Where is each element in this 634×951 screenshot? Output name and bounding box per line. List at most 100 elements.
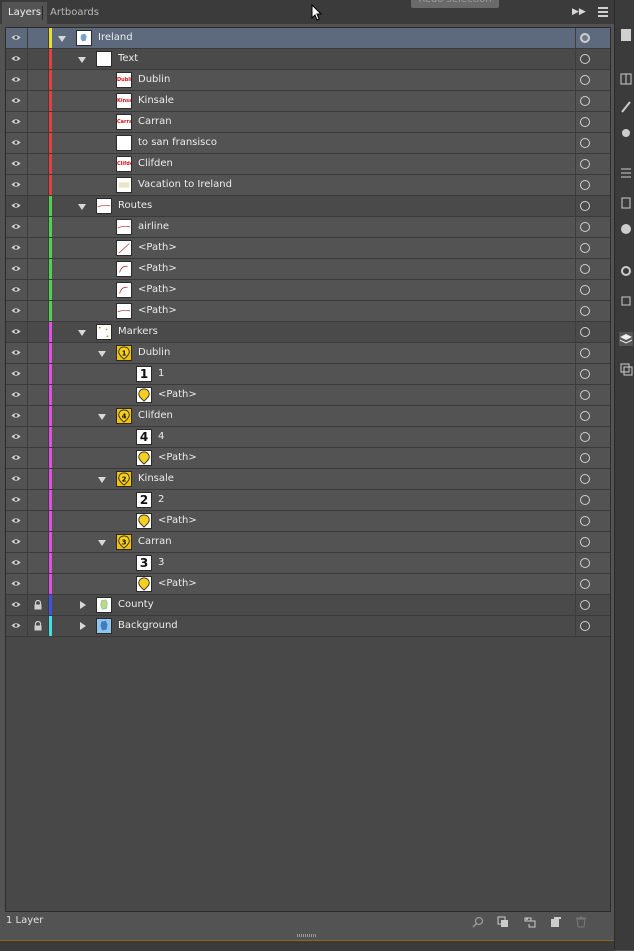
target-circle-icon[interactable]	[580, 369, 590, 379]
visibility-toggle[interactable]	[6, 238, 28, 258]
layer-name[interactable]: <Path>	[158, 574, 197, 594]
circle-icon[interactable]	[619, 222, 633, 236]
visibility-toggle[interactable]	[6, 196, 28, 216]
layer-row[interactable]: County	[6, 595, 610, 616]
visibility-toggle[interactable]	[6, 343, 28, 363]
target-circle-icon[interactable]	[580, 138, 590, 148]
settings-icon[interactable]	[619, 264, 633, 278]
lock-toggle[interactable]	[28, 427, 49, 447]
layer-name[interactable]: 3	[158, 553, 164, 573]
tab-artboards[interactable]: Artboards	[44, 2, 105, 24]
visibility-toggle[interactable]	[6, 574, 28, 594]
layers-icon[interactable]	[619, 332, 633, 346]
rectangle-icon[interactable]	[619, 196, 633, 210]
target-circle-icon[interactable]	[580, 453, 590, 463]
artboards-icon[interactable]	[619, 362, 633, 376]
visibility-toggle[interactable]	[6, 532, 28, 552]
lock-toggle[interactable]	[28, 217, 49, 237]
lock-toggle[interactable]	[28, 154, 49, 174]
layer-name[interactable]: Text	[118, 49, 138, 69]
make-clipping-mask-icon[interactable]	[497, 916, 509, 928]
layer-name[interactable]: Dublin	[138, 70, 170, 90]
brush-icon[interactable]	[619, 100, 633, 114]
visibility-toggle[interactable]	[6, 49, 28, 69]
layer-name[interactable]: Dublin	[138, 343, 170, 363]
visibility-toggle[interactable]	[6, 91, 28, 111]
target-circle-icon[interactable]	[580, 306, 590, 316]
layer-name[interactable]: <Path>	[158, 385, 197, 405]
panel-menu-icon[interactable]	[596, 5, 610, 19]
lock-toggle[interactable]	[28, 322, 49, 342]
lock-toggle[interactable]	[28, 574, 49, 594]
layer-item-row[interactable]: <Path>	[6, 385, 610, 406]
lock-toggle[interactable]	[28, 616, 49, 636]
visibility-toggle[interactable]	[6, 364, 28, 384]
layer-name[interactable]: Ireland	[98, 28, 133, 48]
collapse-arrow-icon[interactable]	[78, 57, 86, 63]
lock-toggle[interactable]	[28, 532, 49, 552]
visibility-toggle[interactable]	[6, 490, 28, 510]
target-circle-icon[interactable]	[580, 285, 590, 295]
lock-toggle[interactable]	[28, 364, 49, 384]
target-circle-icon[interactable]	[580, 537, 590, 547]
lock-toggle[interactable]	[28, 280, 49, 300]
layer-name[interactable]: Carran	[138, 112, 172, 132]
grid-icon[interactable]	[619, 72, 633, 86]
layer-row[interactable]: Ireland	[6, 28, 610, 49]
layer-name[interactable]: <Path>	[138, 301, 177, 321]
collapse-arrow-icon[interactable]	[98, 351, 106, 357]
layer-name[interactable]: <Path>	[158, 448, 197, 468]
lock-toggle[interactable]	[28, 238, 49, 258]
target-circle-icon[interactable]	[580, 621, 590, 631]
layer-item-row[interactable]: 33	[6, 553, 610, 574]
target-circle-icon[interactable]	[580, 54, 590, 64]
panel-resize-bar[interactable]	[0, 940, 614, 951]
expand-arrow-icon[interactable]	[80, 622, 86, 630]
lock-toggle[interactable]	[28, 28, 49, 48]
target-circle-icon[interactable]	[580, 33, 590, 43]
layer-name[interactable]: <Path>	[138, 280, 177, 300]
delete-icon[interactable]	[575, 916, 587, 928]
layer-item-row[interactable]: 1 Dublin	[6, 343, 610, 364]
layer-name[interactable]: <Path>	[138, 259, 177, 279]
target-circle-icon[interactable]	[580, 159, 590, 169]
target-circle-icon[interactable]	[580, 75, 590, 85]
layer-item-row[interactable]: 3 Carran	[6, 532, 610, 553]
layer-item-row[interactable]: Dublin Dublin	[6, 70, 610, 91]
collapse-arrow-icon[interactable]	[78, 330, 86, 336]
layer-item-row[interactable]: Clifden Clifden	[6, 154, 610, 175]
collapse-arrow-icon[interactable]	[78, 204, 86, 210]
lock-toggle[interactable]	[28, 133, 49, 153]
layer-item-row[interactable]: Kinsale Kinsale	[6, 91, 610, 112]
club-icon[interactable]	[619, 126, 633, 140]
target-circle-icon[interactable]	[580, 348, 590, 358]
target-circle-icon[interactable]	[580, 264, 590, 274]
layer-item-row[interactable]: to san fransisco	[6, 133, 610, 154]
visibility-toggle[interactable]	[6, 469, 28, 489]
layer-item-row[interactable]: 4 Clifden	[6, 406, 610, 427]
layer-name[interactable]: Kinsale	[138, 91, 174, 111]
layer-name[interactable]: Background	[118, 616, 178, 636]
layer-item-row[interactable]: 2 Kinsale	[6, 469, 610, 490]
lock-toggle[interactable]	[28, 70, 49, 90]
layer-item-row[interactable]: <Path>	[6, 280, 610, 301]
target-circle-icon[interactable]	[580, 516, 590, 526]
layer-name[interactable]: <Path>	[158, 511, 197, 531]
visibility-toggle[interactable]	[6, 385, 28, 405]
lock-toggle[interactable]	[28, 301, 49, 321]
target-circle-icon[interactable]	[580, 474, 590, 484]
visibility-toggle[interactable]	[6, 280, 28, 300]
tab-layers[interactable]: Layers	[2, 2, 48, 24]
lock-toggle[interactable]	[28, 490, 49, 510]
visibility-toggle[interactable]	[6, 553, 28, 573]
visibility-toggle[interactable]	[6, 322, 28, 342]
target-circle-icon[interactable]	[580, 327, 590, 337]
target-circle-icon[interactable]	[580, 96, 590, 106]
collapse-arrow-icon[interactable]	[98, 477, 106, 483]
lock-toggle[interactable]	[28, 511, 49, 531]
lock-toggle[interactable]	[28, 49, 49, 69]
visibility-toggle[interactable]	[6, 112, 28, 132]
layer-row[interactable]: Background	[6, 616, 610, 637]
visibility-toggle[interactable]	[6, 511, 28, 531]
lock-toggle[interactable]	[28, 112, 49, 132]
